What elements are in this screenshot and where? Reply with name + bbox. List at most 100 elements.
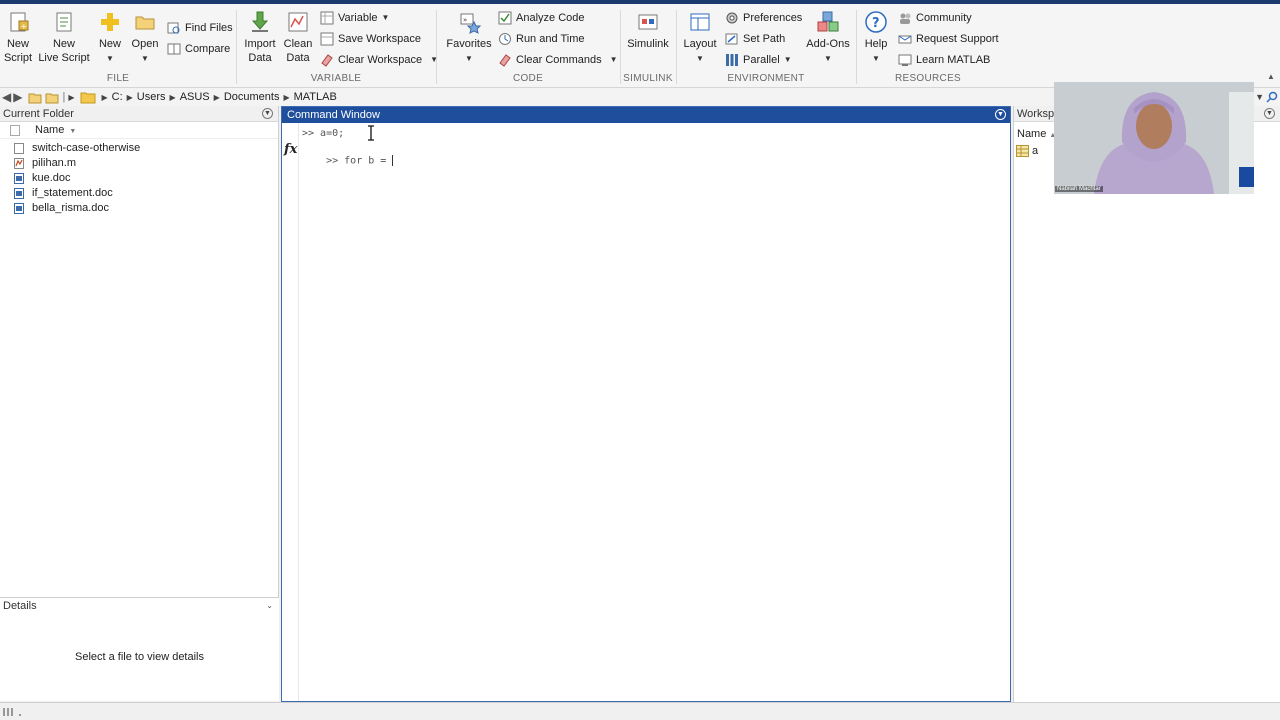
clear-workspace-label: Clear Workspace [338, 54, 423, 66]
new-live-script-button[interactable]: New Live Script [38, 6, 90, 65]
file-name: if_statement.doc [32, 187, 113, 199]
open-label: Open [131, 38, 159, 50]
find-files-button[interactable]: Find Files [167, 21, 233, 35]
new-script-label-1: New [6, 38, 29, 50]
community-label: Community [916, 12, 972, 24]
parallel-caret-icon[interactable]: ▼ [784, 53, 792, 67]
request-support-button[interactable]: Request Support [898, 32, 999, 46]
list-item[interactable]: pilihan.m [0, 156, 278, 171]
help-label: Help [864, 38, 888, 50]
path-segment-asus[interactable]: ASUS [176, 91, 214, 103]
path-segment-matlab[interactable]: MATLAB [290, 91, 341, 103]
layout-caret-icon[interactable]: ▼ [696, 54, 704, 63]
name-column-header[interactable]: Name ▼ [0, 122, 278, 139]
new-script-icon: + [10, 12, 29, 32]
command-window-actions-icon[interactable]: ▼ [995, 109, 1006, 120]
workspace-actions-icon[interactable]: ▼ [1264, 108, 1275, 119]
gear-icon [726, 12, 738, 24]
favorites-icon: » [460, 13, 481, 34]
command-window-title: Command Window [287, 109, 380, 121]
path-segment-users[interactable]: Users [133, 91, 170, 103]
parallel-button[interactable]: Parallel ▼ [725, 53, 792, 67]
add-ons-button[interactable]: Add-Ons ▼ [805, 6, 851, 66]
browse-folder-icon[interactable] [45, 91, 59, 104]
person-video-frame [1054, 82, 1254, 194]
file-list: switch-case-otherwise pilihan.m kue.doc … [0, 139, 278, 216]
simulink-icon [638, 14, 658, 30]
toolstrip: + New Script New Live Script New ▼ Open … [0, 4, 1280, 88]
analyze-code-button[interactable]: Analyze Code [498, 11, 585, 25]
list-item[interactable]: switch-case-otherwise [0, 141, 278, 156]
code-group-label: CODE [512, 73, 544, 84]
workspace-name-column-label: Name [1017, 128, 1047, 140]
command-prompt-line[interactable]: >> for b = [302, 144, 394, 178]
svg-text:»: » [463, 16, 467, 24]
clear-commands-label: Clear Commands [516, 54, 602, 66]
scroll-up-icon[interactable]: ▲ [1267, 72, 1275, 81]
address-dropdown-icon[interactable]: ▼ [1255, 92, 1264, 102]
set-path-button[interactable]: Set Path [725, 32, 785, 46]
add-ons-icon [817, 11, 839, 32]
run-and-time-button[interactable]: Run and Time [498, 32, 584, 46]
up-folder-icon[interactable] [28, 91, 42, 104]
webcam-name-tag: Nabilah Machtar [1055, 186, 1103, 192]
address-separator-icon: | [62, 91, 66, 103]
workspace-title: Worksp [1017, 108, 1055, 120]
favorites-button[interactable]: » Favorites ▼ [446, 6, 492, 66]
function-browser-icon[interactable]: fx [284, 142, 297, 157]
import-data-button[interactable]: Import Data [241, 6, 279, 65]
details-title-bar[interactable]: Details ⌄ [0, 598, 279, 614]
new-live-script-label-1: New [52, 38, 75, 50]
i-beam-cursor-icon [368, 125, 374, 141]
details-message: Select a file to view details [74, 651, 204, 663]
save-workspace-button[interactable]: Save Workspace [320, 32, 421, 46]
open-button[interactable]: Open ▼ [130, 6, 160, 66]
address-root-arrow-icon[interactable]: ▶ [68, 93, 74, 102]
layout-button[interactable]: Layout ▼ [682, 6, 718, 66]
path-segment-drive[interactable]: C: [108, 91, 127, 103]
community-button[interactable]: Community [898, 11, 972, 25]
list-item[interactable]: bella_risma.doc [0, 201, 278, 216]
search-icon[interactable] [1266, 91, 1278, 103]
command-gutter [282, 123, 299, 701]
command-window[interactable]: Command Window ▼ >> a=0; fx >> for b = [281, 106, 1011, 702]
compare-label: Compare [185, 43, 231, 55]
new-button[interactable]: New ▼ [96, 6, 124, 66]
list-item[interactable]: if_statement.doc [0, 186, 278, 201]
add-ons-caret-icon[interactable]: ▼ [824, 54, 832, 63]
word-doc-icon [14, 203, 24, 214]
path-segment-documents[interactable]: Documents [220, 91, 284, 103]
back-arrow-icon[interactable]: ◀ [2, 90, 11, 104]
new-script-button[interactable]: + New Script [2, 6, 34, 65]
environment-group-label: ENVIRONMENT [727, 73, 805, 84]
new-label: New [98, 38, 121, 50]
community-icon [900, 13, 911, 24]
new-live-script-label-2: Live Script [38, 52, 90, 64]
panel-actions-icon[interactable]: ▼ [262, 108, 273, 119]
file-name: bella_risma.doc [32, 202, 110, 214]
save-workspace-icon [320, 32, 334, 46]
variable-grid-icon [1016, 145, 1029, 157]
clear-commands-button[interactable]: Clear Commands ▼ [498, 53, 618, 67]
new-dropdown-caret-icon[interactable]: ▼ [106, 54, 114, 63]
open-dropdown-caret-icon[interactable]: ▼ [141, 54, 149, 63]
details-expand-icon[interactable]: ⌄ [266, 598, 273, 614]
help-caret-icon[interactable]: ▼ [872, 54, 880, 63]
layout-icon [690, 13, 710, 31]
current-folder-title: Current Folder [3, 108, 74, 120]
learn-matlab-button[interactable]: Learn MATLAB [898, 53, 990, 67]
simulink-button[interactable]: Simulink [625, 6, 671, 51]
plus-icon [101, 13, 119, 31]
details-panel: Details ⌄ Select a file to view details [0, 597, 279, 701]
import-data-icon [251, 11, 269, 32]
favorites-caret-icon[interactable]: ▼ [465, 54, 473, 63]
compare-button[interactable]: Compare [167, 42, 230, 56]
forward-arrow-icon[interactable]: ▶ [13, 90, 22, 104]
list-item[interactable]: kue.doc [0, 171, 278, 186]
help-button[interactable]: ? Help ▼ [862, 6, 890, 66]
clean-data-button[interactable]: Clean Data [282, 6, 314, 65]
clear-workspace-button[interactable]: Clear Workspace ▼ [320, 53, 438, 67]
clear-commands-caret-icon[interactable]: ▼ [610, 53, 618, 67]
preferences-button[interactable]: Preferences [725, 11, 802, 25]
variable-button[interactable]: Variable ▼ [320, 11, 389, 25]
